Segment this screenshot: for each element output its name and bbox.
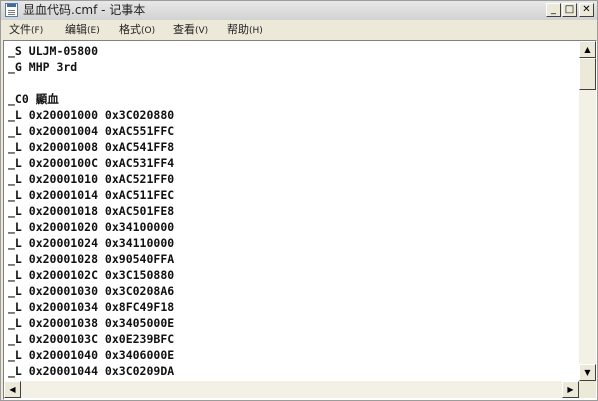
text-line: _L 0x20001010 0xAC521FF0 <box>8 172 175 186</box>
text-line <box>8 75 578 91</box>
text-line: _S ULJM-05800 <box>8 44 99 58</box>
menu-file-key: (F) <box>31 26 44 36</box>
text-line: _L 0x20001044 0x3C0209DA <box>8 364 175 378</box>
menu-view-label: 查看 <box>173 23 195 36</box>
menu-file-label: 文件 <box>9 23 31 36</box>
menu-edit[interactable]: 编辑(E) <box>65 23 100 38</box>
scroll-right-icon[interactable]: ▶ <box>562 381 579 398</box>
scroll-down-icon[interactable]: ▼ <box>579 364 596 381</box>
scroll-up-icon[interactable]: ▲ <box>579 41 596 58</box>
window-title: 显血代码.cmf - 记事本 <box>23 3 146 17</box>
text-line: _L 0x2000102C 0x3C150880 <box>8 268 175 282</box>
menu-view-key: (V) <box>195 26 209 36</box>
text-line: _L 0x2000100C 0xAC531FF4 <box>8 156 175 170</box>
text-line: _L 0x20001040 0x3406000E <box>8 348 175 362</box>
text-line: _L 0x20001028 0x90540FFA <box>8 252 175 266</box>
scroll-left-icon[interactable]: ◀ <box>4 381 21 398</box>
close-button[interactable]: ✕ <box>579 3 594 17</box>
text-line: _L 0x20001024 0x34110000 <box>8 236 175 250</box>
minimize-button[interactable]: _ <box>546 3 561 17</box>
menu-file[interactable]: 文件(F) <box>9 23 43 38</box>
text-line: _L 0x2000103C 0x0E239BFC <box>8 332 175 346</box>
menu-view[interactable]: 查看(V) <box>173 23 208 38</box>
menu-help-key: (H) <box>249 26 263 36</box>
text-line: _L 0x20001008 0xAC541FF8 <box>8 140 175 154</box>
menu-format-key: (O) <box>141 26 156 36</box>
notepad-window: 显血代码.cmf - 记事本 _ □ ✕ 文件(F) 编辑(E) 格式(O) 查… <box>0 0 598 401</box>
text-line: _L 0x20001018 0xAC501FE8 <box>8 204 175 218</box>
menu-help-label: 帮助 <box>227 23 249 36</box>
menu-bar: 文件(F) 编辑(E) 格式(O) 查看(V) 帮助(H) <box>1 20 597 39</box>
text-line: _L 0x20001004 0xAC551FFC <box>8 124 175 138</box>
menu-format[interactable]: 格式(O) <box>119 23 155 38</box>
menu-format-label: 格式 <box>119 23 141 36</box>
menu-edit-key: (E) <box>87 26 100 36</box>
text-line: _L 0x20001038 0x3405000E <box>8 316 175 330</box>
text-content[interactable]: _S ULJM-05800 _G MHP 3rd _C0 顯血 _L 0x200… <box>8 43 578 379</box>
maximize-button[interactable]: □ <box>562 3 577 17</box>
vertical-scroll-thumb[interactable] <box>579 58 596 90</box>
menu-help[interactable]: 帮助(H) <box>227 23 263 38</box>
text-editor[interactable]: _S ULJM-05800 _G MHP 3rd _C0 顯血 _L 0x200… <box>3 40 597 400</box>
text-line: _C0 顯血 <box>8 92 59 106</box>
text-line: _G MHP 3rd <box>8 60 78 74</box>
text-line: _L 0x20001000 0x3C020880 <box>8 108 175 122</box>
text-line: _L 0x20001020 0x34100000 <box>8 220 175 234</box>
notepad-icon[interactable] <box>5 3 18 17</box>
text-line: _L 0x20001034 0x8FC49F18 <box>8 300 175 314</box>
scrollbar-corner <box>579 381 596 398</box>
horizontal-scrollbar[interactable]: ◀ ▶ <box>4 381 579 398</box>
menu-edit-label: 编辑 <box>65 23 87 36</box>
text-line: _L 0x20001030 0x3C0208A6 <box>8 284 175 298</box>
title-bar[interactable]: 显血代码.cmf - 记事本 _ □ ✕ <box>1 1 597 21</box>
text-line: _L 0x20001014 0xAC511FEC <box>8 188 175 202</box>
vertical-scrollbar[interactable]: ▲ ▼ <box>579 41 596 381</box>
